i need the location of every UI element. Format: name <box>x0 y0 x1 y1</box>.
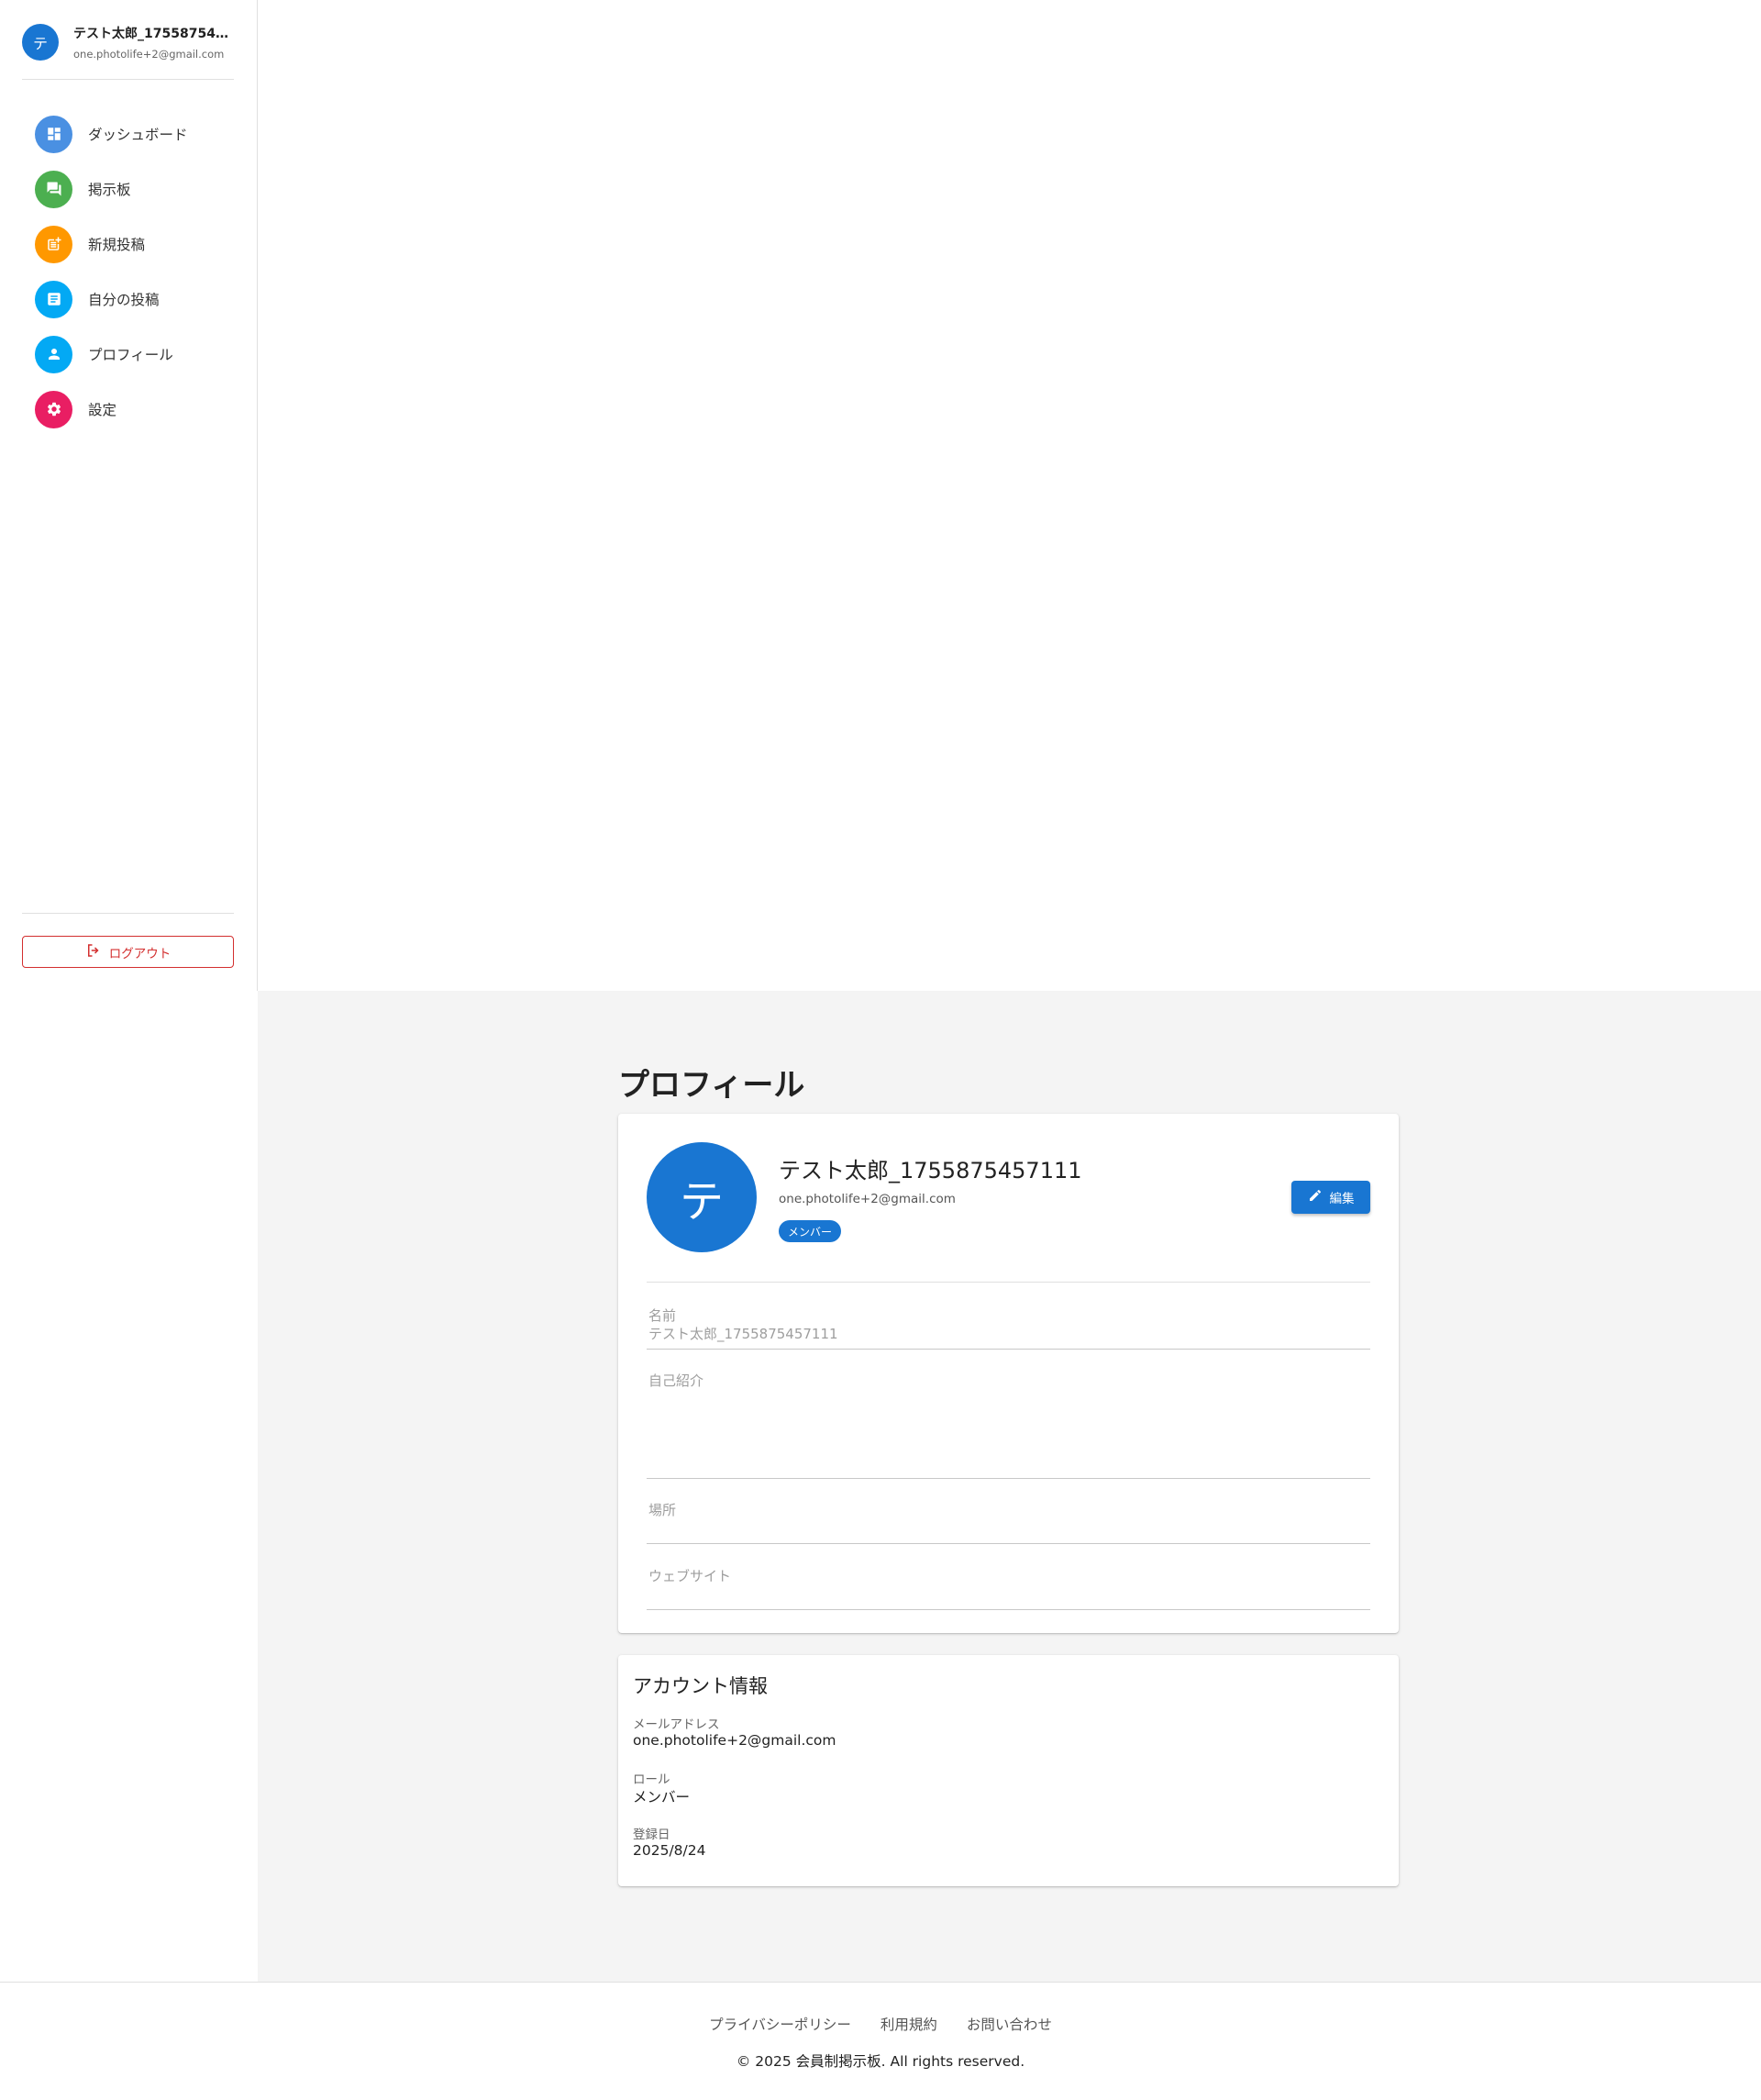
sidebar-item-dashboard[interactable]: ダッシュボード <box>35 106 237 161</box>
content-blank-area <box>258 0 1761 991</box>
sidebar-user-name: テスト太郎_1755875457... <box>73 27 237 41</box>
avatar: テ <box>22 24 59 61</box>
name-field[interactable]: 名前 テスト太郎_1755875457111 <box>647 1306 1370 1350</box>
account-info-card: アカウント情報 メールアドレス one.photolife+2@gmail.co… <box>618 1655 1399 1886</box>
pencil-icon <box>1308 1188 1323 1206</box>
account-email-label: メールアドレス <box>633 1717 720 1732</box>
sidebar-item-label: ダッシュボード <box>88 127 188 143</box>
bio-field[interactable]: 自己紹介 <box>647 1371 1370 1479</box>
sidebar-item-label: 設定 <box>88 402 117 418</box>
sidebar-nav: ダッシュボード 掲示板 新規投稿 自分の投稿 プロフィール 設定 <box>35 106 237 437</box>
sidebar-item-label: 自分の投稿 <box>88 292 160 308</box>
footer-link-contact[interactable]: お問い合わせ <box>967 2014 1052 2034</box>
website-field[interactable]: ウェブサイト <box>647 1566 1370 1610</box>
account-role-label: ロール <box>633 1772 670 1787</box>
dashboard-icon <box>35 115 72 153</box>
page-title: プロフィール <box>618 1067 805 1104</box>
sidebar: テ テスト太郎_1755875457... one.photolife+2@gm… <box>0 0 258 991</box>
sidebar-user-header: テ テスト太郎_1755875457... one.photolife+2@gm… <box>22 24 237 79</box>
bio-field-label: 自己紹介 <box>648 1372 704 1389</box>
sidebar-item-label: プロフィール <box>88 347 173 363</box>
website-field-label: ウェブサイト <box>648 1568 732 1584</box>
footer-link-terms[interactable]: 利用規約 <box>880 2014 937 2034</box>
profile-name: テスト太郎_1755875457111 <box>779 1158 1082 1183</box>
post-add-icon <box>35 225 72 263</box>
profile-avatar: テ <box>647 1142 757 1252</box>
person-icon <box>35 335 72 373</box>
location-field[interactable]: 場所 <box>647 1500 1370 1544</box>
settings-icon <box>35 390 72 428</box>
sidebar-lower-blank <box>0 991 258 1982</box>
sidebar-item-label: 掲示板 <box>88 182 131 198</box>
sidebar-divider <box>22 913 234 914</box>
app-root: テ テスト太郎_1755875457... one.photolife+2@gm… <box>0 0 1761 2100</box>
sidebar-item-board[interactable]: 掲示板 <box>35 161 237 217</box>
footer: プライバシーポリシー 利用規約 お問い合わせ © 2025 会員制掲示板. Al… <box>0 1982 1761 2100</box>
sidebar-divider <box>22 79 234 80</box>
sidebar-item-settings[interactable]: 設定 <box>35 382 237 437</box>
sidebar-item-profile[interactable]: プロフィール <box>35 327 237 382</box>
role-badge: メンバー <box>779 1220 842 1242</box>
sidebar-item-label: 新規投稿 <box>88 237 146 253</box>
logout-button[interactable]: ログアウト <box>22 936 234 968</box>
sidebar-user-email: one.photolife+2@gmail.com <box>73 48 225 61</box>
account-registered-value: 2025/8/24 <box>633 1842 706 1859</box>
forum-icon <box>35 170 72 208</box>
account-registered-label: 登録日 <box>633 1828 670 1842</box>
footer-link-privacy[interactable]: プライバシーポリシー <box>709 2014 851 2034</box>
edit-button[interactable]: 編集 <box>1291 1181 1370 1214</box>
sidebar-item-my-posts[interactable]: 自分の投稿 <box>35 272 237 327</box>
account-email-value: one.photolife+2@gmail.com <box>633 1732 836 1749</box>
account-info-title: アカウント情報 <box>633 1675 768 1697</box>
name-field-label: 名前 <box>648 1307 677 1324</box>
card-divider <box>647 1282 1370 1283</box>
sidebar-item-new-post[interactable]: 新規投稿 <box>35 217 237 272</box>
profile-card: テ テスト太郎_1755875457111 one.photolife+2@gm… <box>618 1114 1399 1633</box>
edit-label: 編集 <box>1329 1192 1355 1206</box>
logout-label: ログアウト <box>108 946 172 961</box>
copyright-text: © 2025 会員制掲示板. All rights reserved. <box>736 2053 1025 2070</box>
location-field-label: 場所 <box>648 1502 677 1518</box>
logout-icon <box>85 942 102 962</box>
article-icon <box>35 280 72 318</box>
footer-links: プライバシーポリシー 利用規約 お問い合わせ <box>0 2014 1761 2034</box>
profile-email: one.photolife+2@gmail.com <box>779 1192 956 1206</box>
name-field-value: テスト太郎_1755875457111 <box>648 1326 838 1342</box>
account-role-value: メンバー <box>633 1789 691 1806</box>
